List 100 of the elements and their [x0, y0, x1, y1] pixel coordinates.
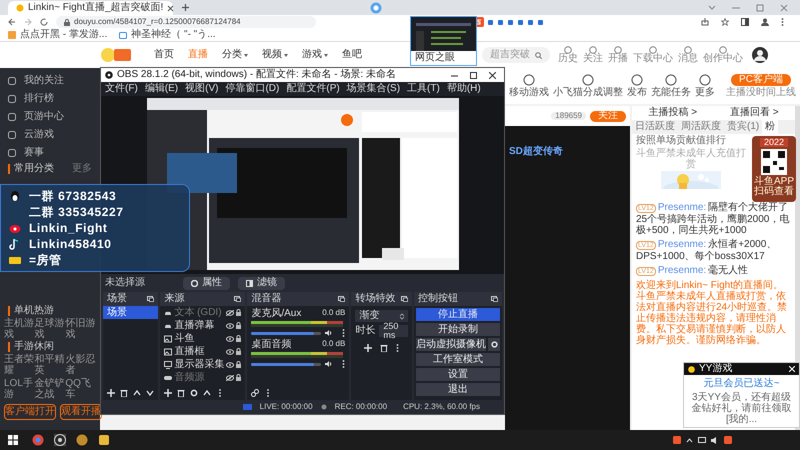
header-link[interactable]: 历史: [558, 46, 578, 64]
eye-icon[interactable]: [226, 322, 234, 328]
category-link[interactable]: 王者荣耀: [4, 354, 35, 376]
link-icon[interactable]: [251, 388, 260, 396]
obs-icon[interactable]: [54, 434, 66, 446]
maximize-icon[interactable]: [470, 72, 477, 78]
trash-icon[interactable]: [120, 388, 128, 396]
control-button[interactable]: 设置: [416, 368, 500, 381]
nav-link[interactable]: 首页: [154, 50, 174, 60]
control-button[interactable]: 开始录制: [416, 323, 500, 336]
menu-item[interactable]: 工具(T): [407, 84, 440, 94]
lock-icon[interactable]: [236, 322, 242, 329]
lock-icon[interactable]: [236, 335, 242, 342]
thumbnail-window[interactable]: 网页之眼: [410, 16, 477, 66]
header-link[interactable]: 消息: [678, 46, 698, 64]
category-link[interactable]: 火影忍者: [65, 354, 96, 376]
close-icon[interactable]: [489, 72, 496, 78]
eye-crossed-icon[interactable]: [226, 310, 234, 316]
transition-select[interactable]: 渐变: [355, 310, 408, 322]
share-icon[interactable]: [701, 18, 709, 26]
undock-icon[interactable]: [147, 296, 154, 302]
header-link[interactable]: 关注: [583, 46, 603, 64]
lock-icon[interactable]: [236, 374, 242, 381]
sidebar-item[interactable]: 云游戏: [0, 126, 100, 144]
trash-icon[interactable]: [177, 388, 186, 396]
gear-icon[interactable]: [190, 388, 198, 396]
menu-icon[interactable]: [781, 18, 784, 26]
feature-link[interactable]: 充能任务: [651, 74, 691, 98]
header-link[interactable]: 开播: [608, 46, 628, 64]
scene-item[interactable]: 场景: [103, 306, 158, 319]
toolbar-button[interactable]: 滤镜: [238, 276, 285, 290]
undock-icon[interactable]: [401, 296, 408, 302]
toolbar-button[interactable]: 属性: [183, 276, 230, 290]
douyu-logo-icon[interactable]: [100, 46, 132, 64]
menu-icon[interactable]: [396, 344, 400, 352]
source-item[interactable]: 斗鱼: [160, 332, 246, 345]
category-link[interactable]: 金铲铲之战: [34, 378, 66, 400]
sidebar-button[interactable]: 客户端打开: [4, 404, 56, 420]
header-link[interactable]: 下载中心: [633, 46, 673, 64]
chrome-icon[interactable]: [32, 434, 44, 446]
menu-item[interactable]: 配置文件(P): [286, 84, 340, 94]
menu-icon[interactable]: [342, 329, 346, 337]
address-field[interactable]: douyu.com/4584107_r=0.12500076687124784: [56, 16, 316, 28]
feature-link[interactable]: 发布: [627, 74, 647, 98]
menu-item[interactable]: 场景集合(S): [346, 84, 400, 94]
trash-icon[interactable]: [380, 344, 388, 352]
eye-icon[interactable]: [226, 362, 234, 368]
speaker-icon[interactable]: [325, 361, 332, 367]
control-button[interactable]: 退出: [416, 383, 500, 396]
up-icon[interactable]: [203, 388, 212, 396]
profile-icon[interactable]: [761, 18, 769, 26]
category-link[interactable]: 怀旧游戏: [65, 318, 96, 340]
nav-link[interactable]: 视频: [262, 50, 288, 60]
sidebar-item[interactable]: 页游中心: [0, 108, 100, 126]
undock-icon[interactable]: [491, 296, 498, 302]
panel-tab[interactable]: 贵宾(1): [724, 120, 762, 134]
sidebar-item[interactable]: 赛事: [0, 144, 100, 162]
menu-item[interactable]: 停靠窗口(D): [225, 84, 280, 94]
eye-icon[interactable]: [226, 336, 234, 342]
monitor-icon[interactable]: [698, 436, 706, 444]
sidebar-item[interactable]: 我的关注: [0, 72, 100, 90]
menu-icon[interactable]: [342, 360, 346, 368]
speaker-icon[interactable]: [325, 330, 332, 336]
volume-slider[interactable]: [251, 332, 322, 334]
close-icon[interactable]: [167, 4, 174, 12]
category-link[interactable]: QQ飞车: [65, 378, 96, 400]
up-icon[interactable]: [133, 388, 141, 396]
undock-icon[interactable]: [234, 296, 242, 302]
panel-tab[interactable]: 周活跃度: [678, 120, 724, 134]
category-link[interactable]: 足球游戏: [34, 318, 66, 340]
app-icon[interactable]: [76, 434, 88, 446]
promo-card[interactable]: 2022 斗鱼APP扫码查看: [752, 136, 796, 202]
category-link[interactable]: LOL手游: [4, 378, 35, 400]
panel-link[interactable]: 直播回看 >: [730, 108, 779, 118]
category-link[interactable]: 主机游戏: [4, 318, 35, 340]
nav-link[interactable]: 游戏: [302, 50, 328, 60]
menu-item[interactable]: 帮助(H): [446, 84, 481, 94]
menu-item[interactable]: 文件(F): [105, 84, 138, 94]
ball-icon[interactable]: [370, 2, 382, 14]
feature-link[interactable]: 小飞猫分成调整: [553, 74, 623, 98]
sidebar-item[interactable]: 排行榜: [0, 90, 100, 108]
bookmark[interactable]: 点点开黑 - 掌发游...: [8, 30, 108, 40]
reload-icon[interactable]: [40, 18, 48, 26]
windows-icon[interactable]: [8, 435, 18, 445]
header-link[interactable]: 创作中心: [703, 46, 743, 64]
source-item[interactable]: 直播框: [160, 345, 246, 358]
source-item[interactable]: 文本 (GDI): [160, 306, 246, 319]
sidebar-icon[interactable]: [741, 18, 749, 26]
control-button[interactable]: 工作室模式: [416, 353, 500, 366]
panel-tab[interactable]: 日活跃度: [632, 120, 678, 134]
source-item[interactable]: 显示器采集: [160, 358, 246, 371]
volume-slider[interactable]: [251, 362, 322, 366]
duration-field[interactable]: 250 ms: [379, 325, 408, 337]
panel-link[interactable]: 主播投稿 >: [648, 108, 698, 118]
star-icon[interactable]: [721, 18, 729, 26]
app-icon[interactable]: [98, 434, 110, 446]
eye-icon[interactable]: [226, 348, 234, 354]
panel-tab[interactable]: 粉: [762, 120, 778, 134]
settings-button[interactable]: [488, 338, 500, 351]
control-button[interactable]: 停止直播: [416, 308, 500, 321]
